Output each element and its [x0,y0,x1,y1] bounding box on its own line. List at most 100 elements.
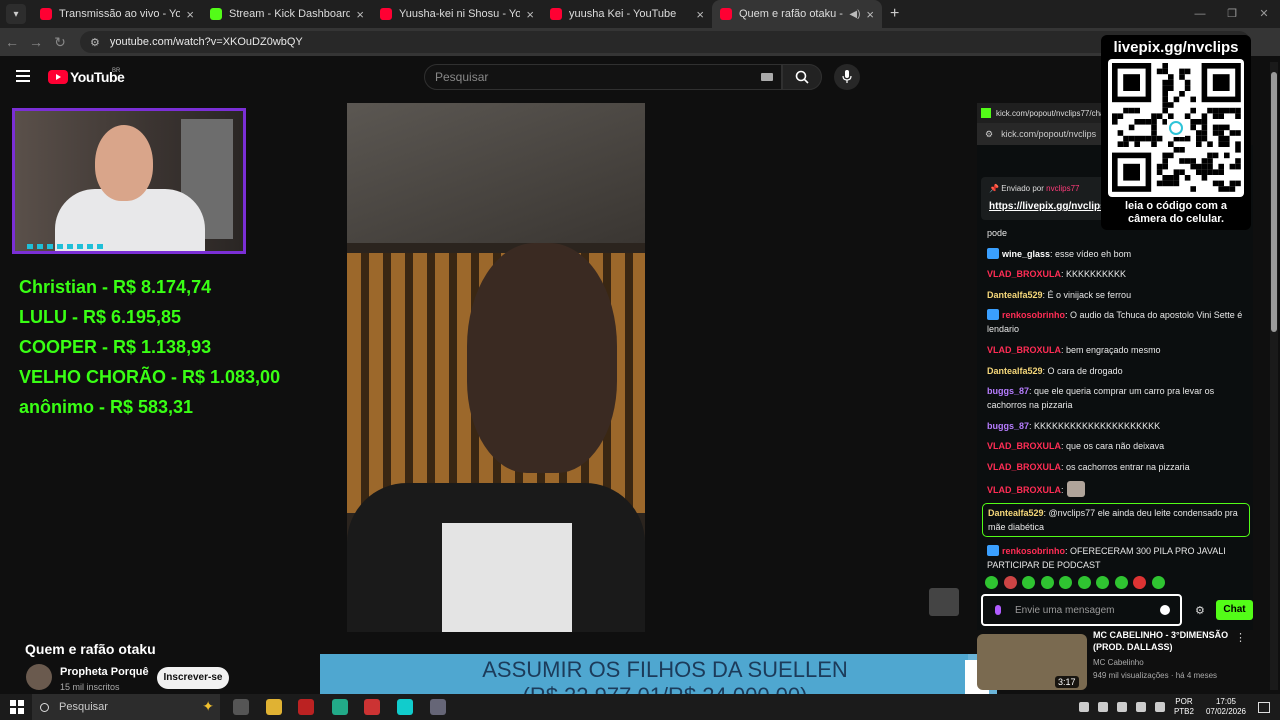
channel-avatar[interactable] [26,664,52,690]
chat-username[interactable]: Dantealfa529 [987,366,1043,376]
maximize-icon[interactable]: ❐ [1216,0,1248,28]
chat-message[interactable]: Dantealfa529: @nvclips77 ele ainda deu l… [982,503,1250,538]
chat-message[interactable]: buggs_87: que ele queria comprar um carr… [987,384,1247,412]
chat-username[interactable]: buggs_87 [987,386,1029,396]
app-icon[interactable] [298,699,314,715]
app-icon[interactable] [430,699,446,715]
chat-message[interactable]: Dantealfa529: É o vinijack se ferrou [987,288,1247,302]
reload-icon[interactable]: ↻ [48,34,72,51]
chat-username[interactable]: VLAD_BROXULA [987,441,1061,451]
browser-tab[interactable]: Yuusha-kei ni Shosu - YouTube × [372,0,542,28]
chevron-up-icon[interactable] [1078,702,1089,712]
voice-search-button[interactable] [834,64,860,90]
bluetooth-icon[interactable] [1116,702,1127,712]
chat-message[interactable]: VLAD_BROXULA: bem engraçado mesmo [987,343,1247,357]
chat-username[interactable]: Dantealfa529 [988,508,1044,518]
more-options-icon[interactable]: ⋮ [1235,631,1246,644]
close-icon[interactable]: × [696,7,704,22]
chat-message[interactable]: renkosobrinho: O audio da Tchuca do apos… [987,308,1247,336]
search-button[interactable] [782,64,822,90]
mic-icon[interactable] [1097,702,1108,712]
windows-start-icon[interactable] [10,700,24,714]
task-view-icon[interactable] [233,699,249,715]
emote-icon[interactable] [1133,576,1146,589]
pinned-link[interactable]: https://livepix.gg/nvclips [989,201,1106,212]
close-icon[interactable]: × [356,7,364,22]
close-icon[interactable]: × [186,7,194,22]
emote-icon[interactable] [1003,576,1017,589]
close-window-icon[interactable]: ✕ [1248,0,1280,28]
chat-username[interactable]: wine_glass [1002,249,1050,259]
close-icon[interactable]: × [866,7,874,22]
keyboard-icon[interactable] [761,73,773,81]
site-info-icon[interactable]: ⚙ [90,36,100,49]
chat-message[interactable]: Dantealfa529: O cara de drogado [987,364,1247,378]
chat-message[interactable]: VLAD_BROXULA: os cachorros entrar na piz… [987,460,1247,474]
mic-icon[interactable] [995,605,1001,615]
chat-username[interactable]: renkosobrinho [1002,310,1065,320]
page-scrollbar[interactable] [1270,62,1278,690]
chat-message[interactable]: renkosobrinho: OFERECERAM 300 PILA PRO J… [987,544,1247,572]
speaker-icon[interactable] [1135,702,1146,712]
emote-icon[interactable] [1096,576,1109,589]
chat-message[interactable]: wine_glass: esse vídeo eh bom [987,247,1247,261]
pinned-message[interactable]: 📌 Enviado por nvclips77 https://livepix.… [981,177,1106,220]
emote-icon[interactable] [1022,576,1035,589]
video-player[interactable] [347,103,645,632]
forward-icon[interactable]: → [24,34,48,50]
notification-icon[interactable] [1258,701,1270,713]
address-bar[interactable]: ⚙ youtube.com/watch?v=XKOuDZ0wbQY [80,31,1250,53]
menu-icon[interactable] [16,70,30,85]
chat-send-button[interactable]: Chat [1216,600,1253,620]
chat-message-input[interactable]: Envie uma mensagem [981,594,1182,626]
chat-username[interactable]: VLAD_BROXULA [987,462,1061,472]
emote-icon[interactable] [1059,576,1072,589]
input-language[interactable]: POR PTB2 [1174,697,1194,717]
chat-text: : que os cara não deixava [1061,441,1165,452]
youtube-logo[interactable]: YouTube BR [48,68,125,85]
browser-tab[interactable]: Stream - Kick Dashboard × [202,0,372,28]
app-icon[interactable] [364,699,380,715]
network-icon[interactable] [1154,702,1165,712]
clock[interactable]: 17:05 07/02/2026 [1206,697,1246,717]
chrome-icon[interactable] [332,699,348,715]
chat-username[interactable]: renkosobrinho [1002,546,1065,556]
emote-icon[interactable] [1151,576,1165,589]
chat-username[interactable]: VLAD_BROXULA [987,485,1061,495]
tab-search-button[interactable]: ▾ [6,4,26,24]
scrollbar-thumb[interactable] [1271,72,1277,332]
file-explorer-icon[interactable] [266,699,282,715]
chat-username[interactable]: buggs_87 [987,421,1029,431]
browser-tab-active[interactable]: Quem e rafão otaku - YouTube ◀) × [712,0,882,28]
emote-icon[interactable] [1077,576,1091,589]
speaker-icon[interactable]: ◀) [849,9,860,20]
chat-username[interactable]: VLAD_BROXULA [987,269,1061,279]
tab-title: Quem e rafão otaku - YouTube [739,8,845,20]
emote-icon[interactable] [1040,576,1054,589]
chat-username[interactable]: Dantealfa529 [987,290,1043,300]
emote-icon[interactable] [1114,576,1128,589]
browser-tab[interactable]: yuusha Kei - YouTube × [542,0,712,28]
minimize-icon[interactable]: — [1184,0,1216,28]
emote-icon[interactable] [985,576,998,589]
app-icon[interactable] [397,699,413,715]
taskbar-search[interactable]: Pesquisar ✦ [32,694,220,720]
chat-message[interactable]: buggs_87: KKKKKKKKKKKKKKKKKKKKK [987,419,1247,433]
close-icon[interactable]: × [526,7,534,22]
chat-message[interactable]: VLAD_BROXULA: [987,480,1247,497]
related-video-channel[interactable]: MC Cabelinho [1093,658,1144,667]
browser-tab[interactable]: Transmissão ao vivo - YouTube × [32,0,202,28]
chat-settings-icon[interactable]: ⚙ [1195,604,1205,617]
new-tab-icon[interactable]: + [890,5,899,23]
channel-name[interactable]: Propheta Porquê [60,666,149,678]
search-input[interactable]: Pesquisar [424,64,782,90]
site-info-icon[interactable]: ⚙ [985,129,993,140]
related-video-title[interactable]: MC CABELINHO - 3°DIMENSÃO (PROD. DALLASS… [1093,629,1233,653]
chat-message[interactable]: VLAD_BROXULA: KKKKKKKKKK [987,267,1247,281]
chat-username[interactable]: VLAD_BROXULA [987,345,1061,355]
subscribe-button[interactable]: Inscrever-se [157,667,229,689]
chat-message[interactable]: VLAD_BROXULA: que os cara não deixava [987,439,1247,453]
chat-text: : É o vinijack se ferrou [1042,289,1132,300]
back-icon[interactable]: ← [0,34,24,50]
emoji-icon[interactable] [1160,605,1170,615]
